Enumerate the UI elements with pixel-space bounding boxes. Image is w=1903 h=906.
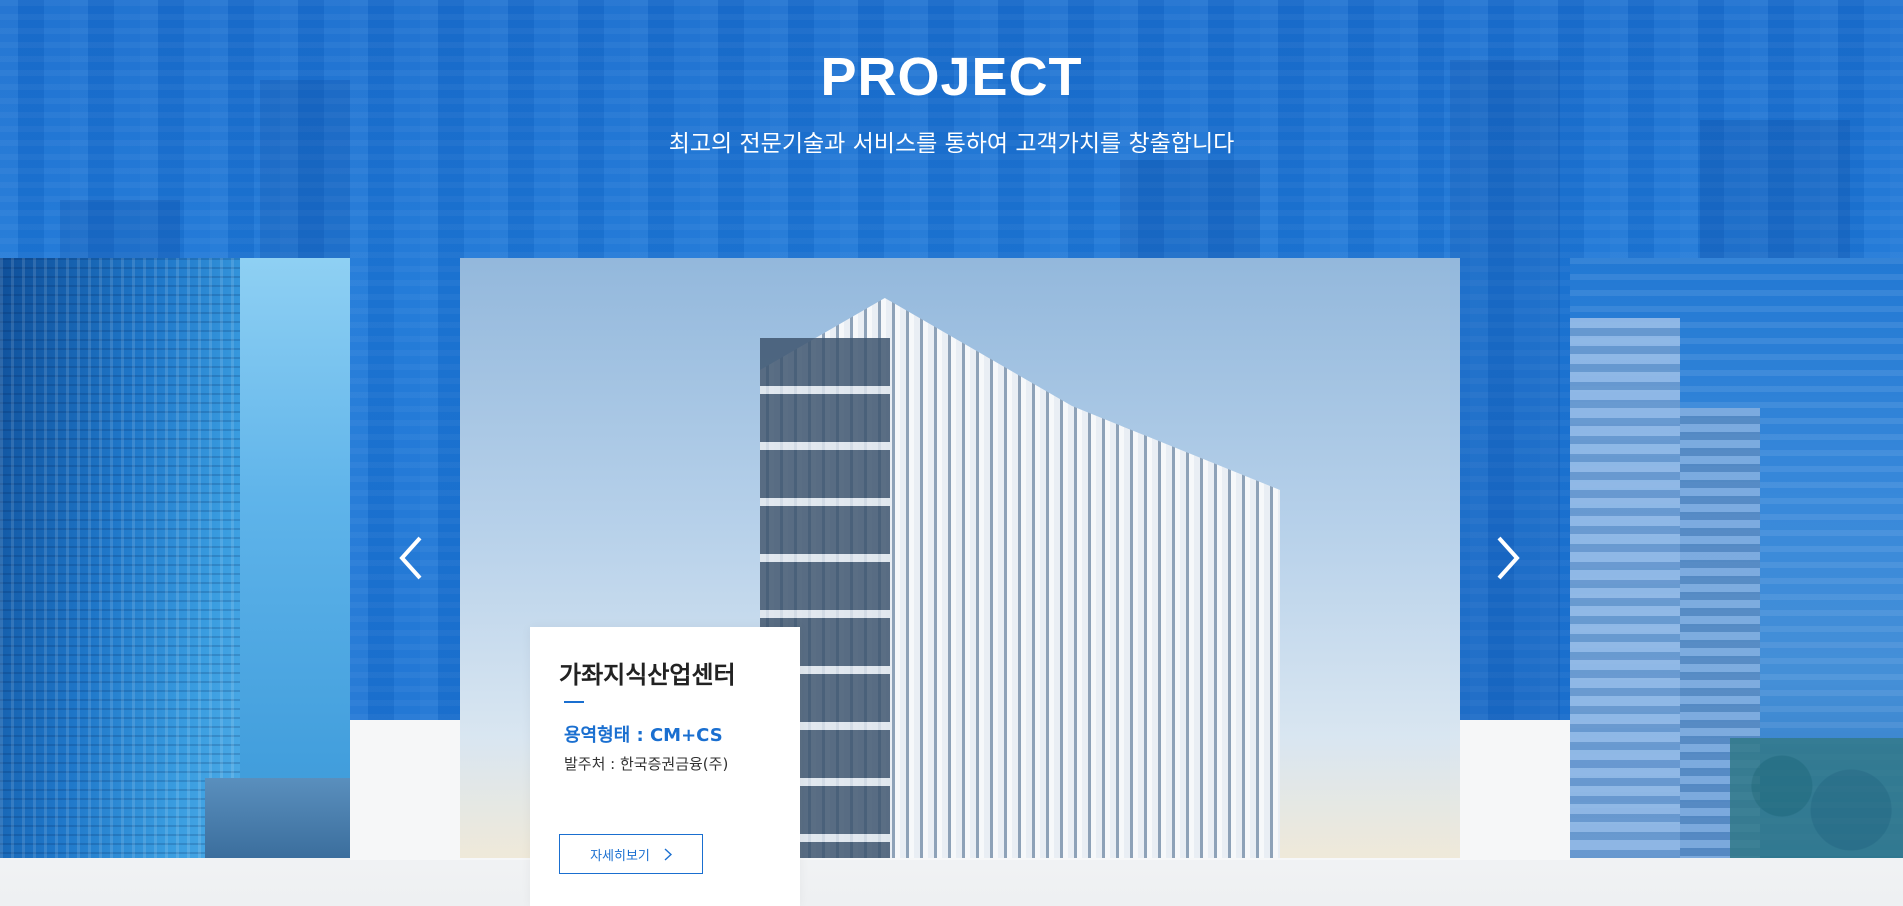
chevron-right-icon: [664, 847, 672, 861]
carousel-slide-next[interactable]: [1570, 258, 1903, 858]
divider: [564, 701, 584, 703]
project-client: 발주처 : 한국증권금융(주): [564, 755, 729, 773]
sky-image: [240, 258, 350, 858]
project-service-type: 용역형태 : CM+CS: [564, 725, 723, 746]
slide-overlay: [1570, 258, 1903, 858]
chevron-right-icon: [1497, 536, 1520, 580]
view-details-button[interactable]: 자세히보기: [559, 834, 703, 874]
carousel-next-button[interactable]: [1486, 530, 1530, 586]
view-details-label: 자세히보기: [590, 848, 650, 864]
project-info-card: 가좌지식산업센터 용역형태 : CM+CS 발주처 : 한국증권금융(주) 자세…: [530, 627, 800, 906]
building-image: [205, 778, 350, 858]
section-subtitle: 최고의 전문기술과 서비스를 통하여 고객가치를 창출합니다: [668, 131, 1235, 157]
carousel-prev-button[interactable]: [389, 530, 433, 586]
project-name: 가좌지식산업센터: [559, 661, 736, 689]
section-title: PROJECT: [820, 47, 1083, 107]
chevron-left-icon: [399, 536, 422, 580]
carousel-slide-previous[interactable]: [0, 258, 350, 858]
